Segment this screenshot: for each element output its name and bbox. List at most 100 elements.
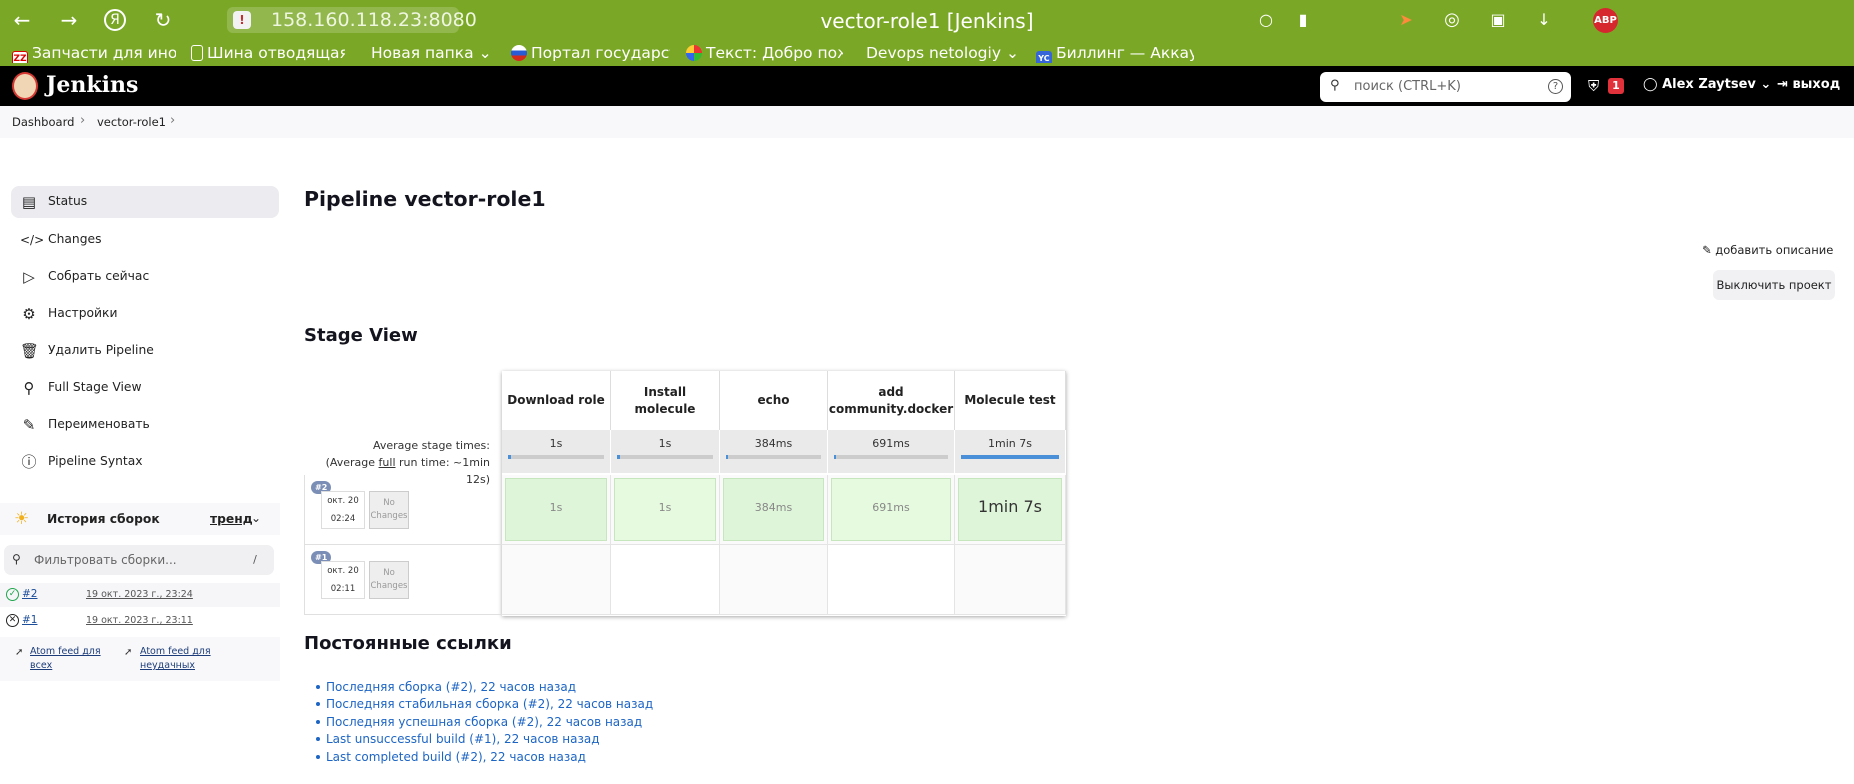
trend-link[interactable]: тренд — [210, 512, 253, 526]
sidebar-item-label: Full Stage View — [48, 380, 142, 394]
average-run-prefix: (Average — [325, 456, 379, 469]
stage-duration: 1s — [549, 501, 563, 514]
forward-arrow-icon[interactable]: → — [57, 8, 81, 32]
build-number-link[interactable]: #2 — [22, 588, 37, 600]
sidebar-item-pipeline-syntax[interactable]: ⓘ Pipeline Syntax — [11, 446, 279, 478]
yc-icon: YC — [1036, 51, 1052, 63]
stage-cell-success[interactable]: 1min 7s — [955, 475, 1066, 545]
stage-cell-empty — [502, 545, 611, 615]
search-icon: ⚲ — [23, 379, 35, 397]
stage-name: Download role — [507, 393, 605, 407]
help-icon[interactable]: ? — [1548, 79, 1563, 94]
stage-cell-success[interactable]: 1s — [502, 475, 611, 545]
back-arrow-icon[interactable]: ← — [10, 8, 34, 32]
build-time: 02:11 — [330, 584, 356, 594]
sidebar-item-delete[interactable]: 🗑 Удалить Pipeline — [11, 335, 279, 367]
jenkins-logo-icon[interactable] — [12, 72, 38, 100]
search-icon: ⚲ — [1330, 78, 1340, 93]
adblock-icon[interactable]: ABP — [1593, 8, 1618, 33]
permalink-last-completed[interactable]: Last completed build (#2), 22 часов наза… — [316, 750, 586, 764]
sidebar-item-status[interactable]: ▤ Status — [11, 186, 279, 218]
address-bar[interactable]: ! 158.160.118.23:8080 — [227, 7, 477, 33]
stage-cell-success[interactable]: 691ms — [828, 475, 955, 545]
build-run-row[interactable]: #1 окт. 20 02:11 No Changes — [304, 545, 502, 615]
stage-duration: 1s — [658, 501, 672, 514]
stage-view-title: Stage View — [304, 325, 418, 346]
breadcrumb-job[interactable]: vector-role1 — [97, 115, 166, 129]
gosuslugi-icon — [511, 45, 527, 61]
pencil-icon: ✎ — [1702, 243, 1712, 257]
sidebar-item-rename[interactable]: ✎ Переименовать — [11, 409, 279, 441]
chevron-down-icon: ⌄ — [478, 44, 492, 62]
bookmark-folder[interactable]: Devops netologiy ⌄ — [866, 43, 1016, 63]
chevron-down-icon[interactable]: ⌄ — [251, 511, 261, 525]
build-run-row[interactable]: #2 окт. 20 02:24 No Changes — [304, 475, 502, 545]
document-icon: ▤ — [21, 193, 37, 211]
aborted-x-icon: ✕ — [6, 614, 19, 627]
bookmark-item[interactable]: YC Биллинг — Аккау — [1036, 43, 1194, 63]
extensions-icon[interactable]: ▣ — [1486, 8, 1510, 32]
stage-cell-success[interactable]: 1s — [611, 475, 720, 545]
user-menu[interactable]: ◯ Alex Zaytsev ⌄ — [1643, 77, 1771, 92]
jenkins-brand[interactable]: Jenkins — [46, 72, 138, 98]
build-history-row[interactable]: ✓ #2 19 окт. 2023 г., 23:24 — [0, 583, 280, 607]
bookmark-label: Шина отводящая — [207, 44, 345, 62]
bookmark-label: Devops netologiy — [866, 44, 1001, 62]
no-changes-box: No Changes — [369, 491, 409, 529]
chat-bubble-icon[interactable]: ○ — [1254, 8, 1278, 32]
globe-icon[interactable]: ◎ — [1440, 8, 1464, 32]
stage-average-value: 691ms — [872, 437, 910, 450]
sidebar-item-label: Status — [48, 194, 88, 208]
download-icon[interactable]: ↓ — [1532, 8, 1556, 32]
build-date-link[interactable]: 19 окт. 2023 г., 23:24 — [86, 589, 193, 600]
sidebar-item-full-stage-view[interactable]: ⚲ Full Stage View — [11, 372, 279, 404]
yandex-icon[interactable]: Я — [104, 9, 126, 31]
atom-feed-failed-link[interactable]: Atom feed для неудачных — [140, 645, 220, 673]
play-icon: ▷ — [23, 268, 35, 286]
reload-icon[interactable]: ↻ — [151, 8, 175, 32]
disable-project-button[interactable]: Выключить проект — [1713, 270, 1835, 300]
security-count-badge[interactable]: 1 — [1608, 78, 1624, 94]
rss-icon: ➚ — [124, 647, 133, 658]
build-filter-input[interactable]: ⚲ Фильтровать сборки... / — [4, 545, 274, 575]
logout-button[interactable]: ⇥ выход — [1777, 77, 1840, 92]
insecure-warning-icon[interactable]: ! — [233, 11, 251, 29]
shield-icon[interactable]: ⛨ — [1588, 77, 1599, 95]
bookmark-label: Портал государст — [531, 44, 670, 62]
full-run-link[interactable]: full — [379, 456, 396, 469]
sidebar-item-label: Changes — [48, 232, 102, 246]
bookmark-item[interactable]: Шина отводящая — [191, 43, 345, 63]
chevron-right-icon[interactable]: › — [170, 113, 175, 128]
bookmark-item[interactable]: Текст: Добро пож — [686, 43, 843, 63]
search-input[interactable]: ⚲ поиск (CTRL+K) ? — [1320, 72, 1571, 102]
average-stage-times-text: Average stage times: — [373, 439, 490, 452]
stage-average-value: 1min 7s — [988, 437, 1032, 450]
weather-sun-icon: ☀ — [14, 509, 30, 529]
stage-cell-empty — [955, 545, 1066, 615]
bookmark-icon[interactable]: ▮ — [1291, 8, 1315, 32]
permalink-last-successful[interactable]: Последняя успешная сборка (#2), 22 часов… — [315, 715, 642, 729]
bookmark-item[interactable]: ZZ Запчасти для ино — [12, 43, 176, 63]
build-history-row[interactable]: ✕ #1 19 окт. 2023 г., 23:11 — [0, 609, 280, 633]
permalink-last-build[interactable]: Последняя сборка (#2), 22 часов назад — [315, 680, 576, 694]
chevron-right-icon: › — [80, 113, 86, 128]
stage-average: 384ms — [720, 430, 828, 473]
sidebar-item-configure[interactable]: ⚙ Настройки — [11, 298, 279, 330]
sidebar-item-changes[interactable]: </> Changes — [11, 224, 279, 256]
build-date-link[interactable]: 19 окт. 2023 г., 23:11 — [86, 615, 193, 626]
permalink-last-stable[interactable]: Последняя стабильная сборка (#2), 22 час… — [315, 697, 653, 711]
bookmark-folder[interactable]: Новая папка ⌄ — [371, 43, 493, 63]
stage-cell-success[interactable]: 384ms — [720, 475, 828, 545]
bookmark-item[interactable]: Портал государст — [511, 43, 670, 63]
permalink-last-unsuccessful[interactable]: Last unsuccessful build (#1), 22 часов н… — [316, 732, 600, 746]
page-title: Pipeline vector-role1 — [304, 187, 546, 211]
add-description-button[interactable]: ✎ добавить описание — [1702, 243, 1833, 257]
stage-name: add community.docker — [828, 384, 954, 416]
stage-average-bar — [961, 455, 1059, 459]
sidebar-item-build-now[interactable]: ▷ Собрать сейчас — [11, 261, 279, 293]
search-placeholder: поиск (CTRL+K) — [1354, 79, 1461, 94]
build-number-link[interactable]: #1 — [22, 614, 37, 626]
breadcrumb-dashboard[interactable]: Dashboard — [12, 115, 74, 129]
swift-icon[interactable]: ➤ — [1394, 8, 1418, 32]
atom-feed-all-link[interactable]: Atom feed для всех — [30, 645, 110, 673]
